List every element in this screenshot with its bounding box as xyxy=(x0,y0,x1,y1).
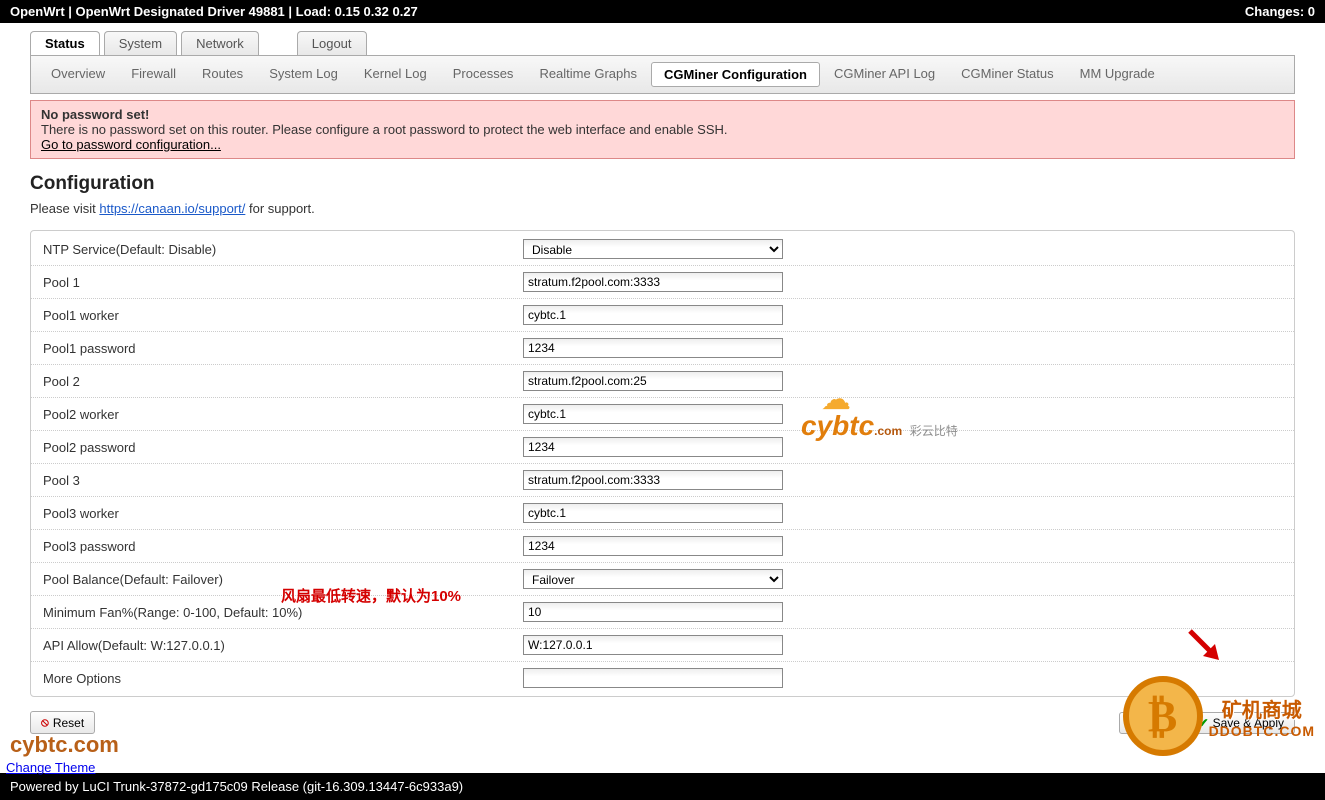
pool3-password-label: Pool3 password xyxy=(43,539,523,554)
subtab-processes[interactable]: Processes xyxy=(441,62,526,87)
save-icon: ⬚ xyxy=(1130,716,1141,730)
pool1-label: Pool 1 xyxy=(43,275,523,290)
pool3-input[interactable] xyxy=(523,470,783,490)
pool3-worker-label: Pool3 worker xyxy=(43,506,523,521)
subtab-routes[interactable]: Routes xyxy=(190,62,255,87)
no-password-warning: No password set! There is no password se… xyxy=(30,100,1295,159)
save-apply-label: Save & Apply xyxy=(1213,716,1284,730)
pool2-password-label: Pool2 password xyxy=(43,440,523,455)
min-fan-label: Minimum Fan%(Range: 0-100, Default: 10%) xyxy=(43,605,523,620)
pool-balance-select[interactable]: Failover xyxy=(523,569,783,589)
config-form: NTP Service(Default: Disable) Disable Po… xyxy=(30,230,1295,697)
page-title: Configuration xyxy=(30,173,1295,195)
subtab-cgminer-config[interactable]: CGMiner Configuration xyxy=(651,62,820,87)
more-options-input[interactable] xyxy=(523,668,783,688)
api-allow-label: API Allow(Default: W:127.0.0.1) xyxy=(43,638,523,653)
pool3-worker-input[interactable] xyxy=(523,503,783,523)
ntp-select[interactable]: Disable xyxy=(523,239,783,259)
pool1-worker-label: Pool1 worker xyxy=(43,308,523,323)
api-allow-input[interactable] xyxy=(523,635,783,655)
tab-network[interactable]: Network xyxy=(181,31,259,55)
save-button[interactable]: ⬚ Save xyxy=(1119,712,1184,734)
pool3-label: Pool 3 xyxy=(43,473,523,488)
subtab-cgminer-status[interactable]: CGMiner Status xyxy=(949,62,1065,87)
pool3-password-input[interactable] xyxy=(523,536,783,556)
tab-status[interactable]: Status xyxy=(30,31,100,55)
support-suffix: for support. xyxy=(245,201,314,216)
subtab-kernel-log[interactable]: Kernel Log xyxy=(352,62,439,87)
sub-tabs: Overview Firewall Routes System Log Kern… xyxy=(30,55,1295,94)
pool1-password-input[interactable] xyxy=(523,338,783,358)
subtab-realtime-graphs[interactable]: Realtime Graphs xyxy=(527,62,649,87)
save-label: Save xyxy=(1146,716,1173,730)
password-config-link[interactable]: Go to password configuration... xyxy=(41,137,221,152)
subtab-cgminer-api-log[interactable]: CGMiner API Log xyxy=(822,62,947,87)
pool2-label: Pool 2 xyxy=(43,374,523,389)
save-apply-button[interactable]: ✔ Save & Apply xyxy=(1188,712,1295,734)
subtab-overview[interactable]: Overview xyxy=(39,62,117,87)
support-line: Please visit https://canaan.io/support/ … xyxy=(30,201,1295,216)
min-fan-input[interactable] xyxy=(523,602,783,622)
warning-body: There is no password set on this router.… xyxy=(41,122,1284,137)
pool2-password-input[interactable] xyxy=(523,437,783,457)
pool2-worker-input[interactable] xyxy=(523,404,783,424)
change-theme-link[interactable]: Change Theme xyxy=(6,760,95,775)
window-titlebar: OpenWrt | OpenWrt Designated Driver 4988… xyxy=(0,0,1325,23)
ntp-label: NTP Service(Default: Disable) xyxy=(43,242,523,257)
pool1-worker-input[interactable] xyxy=(523,305,783,325)
warning-title: No password set! xyxy=(41,107,1284,122)
pool2-worker-label: Pool2 worker xyxy=(43,407,523,422)
hostname-load: OpenWrt | OpenWrt Designated Driver 4988… xyxy=(10,4,418,19)
subtab-system-log[interactable]: System Log xyxy=(257,62,350,87)
tab-system[interactable]: System xyxy=(104,31,177,55)
support-link[interactable]: https://canaan.io/support/ xyxy=(99,201,245,216)
reset-label: Reset xyxy=(53,716,84,730)
more-options-label: More Options xyxy=(43,671,523,686)
powered-by: Powered by LuCI Trunk-37872-gd175c09 Rel… xyxy=(0,773,1325,800)
pool1-input[interactable] xyxy=(523,272,783,292)
reset-icon: ⦸ xyxy=(41,715,49,730)
reset-button[interactable]: ⦸ Reset xyxy=(30,711,95,734)
changes-count[interactable]: Changes: 0 xyxy=(1245,4,1315,19)
support-prefix: Please visit xyxy=(30,201,99,216)
pool2-input[interactable] xyxy=(523,371,783,391)
pool1-password-label: Pool1 password xyxy=(43,341,523,356)
save-apply-icon: ✔ xyxy=(1199,716,1209,730)
subtab-firewall[interactable]: Firewall xyxy=(119,62,188,87)
main-tabs: Status System Network Logout xyxy=(30,31,1295,55)
tab-logout[interactable]: Logout xyxy=(297,31,367,55)
subtab-mm-upgrade[interactable]: MM Upgrade xyxy=(1068,62,1167,87)
